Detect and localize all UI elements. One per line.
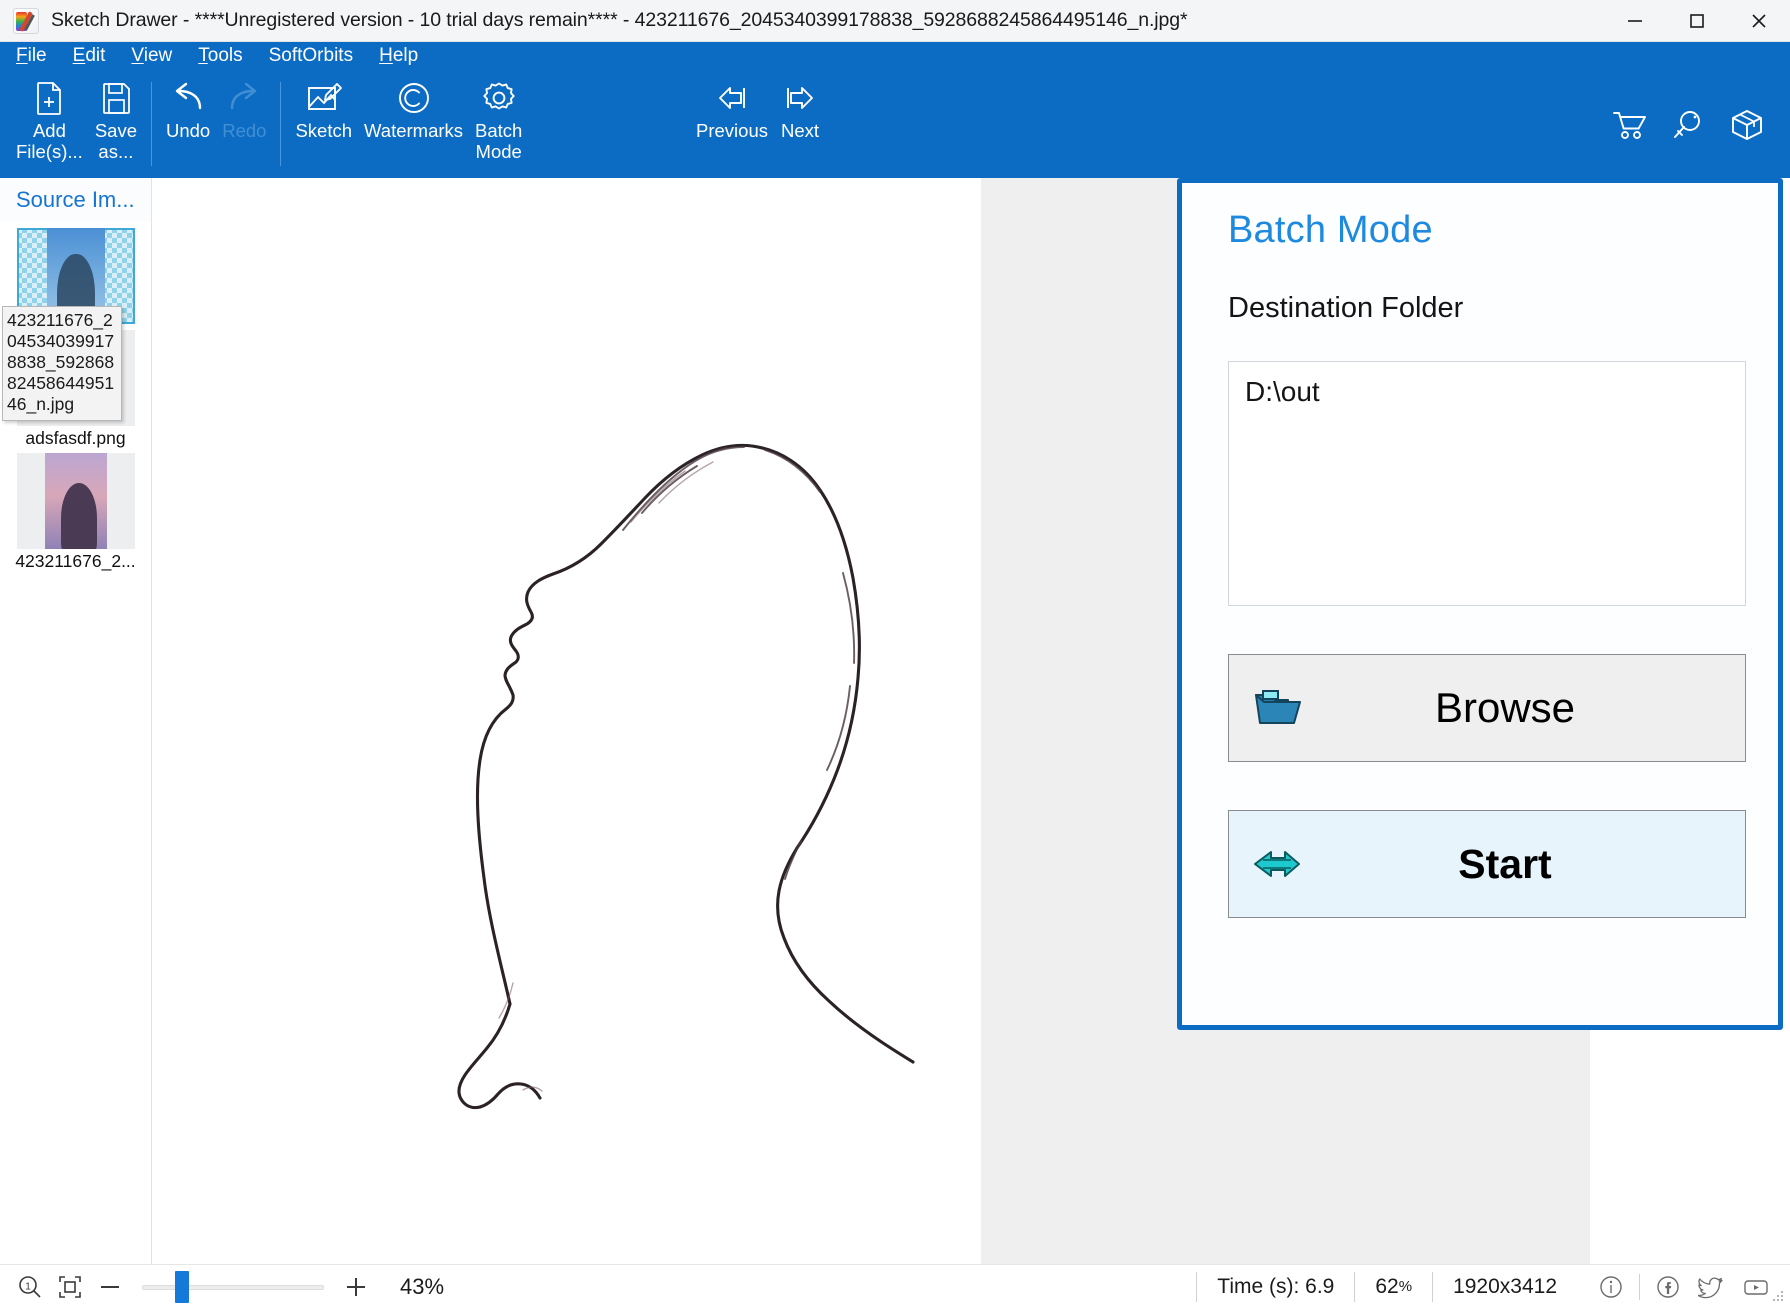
menu-item-edit[interactable]: Edit [73, 45, 106, 67]
thumbnail-label: 423211676_2... [15, 551, 136, 571]
menu-item-tools[interactable]: Tools [198, 45, 242, 67]
source-images-sidebar: Source Im... adsfasdf.png 423211676_2... [0, 178, 152, 1264]
previous-button[interactable]: Previous [690, 70, 774, 141]
youtube-icon[interactable] [1736, 1272, 1776, 1302]
package-box-icon[interactable] [1730, 108, 1764, 147]
close-icon[interactable] [1728, 0, 1790, 42]
undo-icon [168, 76, 208, 120]
previous-label: Previous [696, 120, 768, 141]
menu-item-help[interactable]: Help [379, 45, 418, 67]
next-button[interactable]: Next [774, 70, 826, 141]
menu-item-file[interactable]: FFileile [16, 45, 47, 67]
sketch-drawer-palette-icon [13, 7, 39, 34]
filename-tooltip: 423211676_2045340399178838_5928688245864… [2, 306, 122, 421]
destination-folder-input[interactable]: D:\out [1228, 361, 1746, 606]
facebook-icon[interactable] [1648, 1272, 1688, 1302]
browse-button[interactable]: Browse [1228, 654, 1746, 762]
arrow-right-icon [780, 76, 820, 120]
thumbnail-label: adsfasdf.png [25, 428, 126, 448]
zoom-slider-track [142, 1284, 324, 1290]
plus-icon[interactable] [336, 1274, 376, 1300]
minimize-icon[interactable] [1604, 0, 1666, 42]
zoom-actual-size-icon[interactable]: 1 [10, 1274, 50, 1300]
browse-label: Browse [1434, 684, 1576, 731]
add-files-button[interactable]: Add File(s)... [10, 70, 89, 162]
progress-value: 62 [1375, 1274, 1399, 1298]
save-as-button[interactable]: Save as... [89, 70, 143, 162]
sketch-preview[interactable] [153, 178, 981, 1264]
undo-label: Undo [165, 120, 211, 141]
toolbar-navigation: Previous Next [690, 70, 826, 141]
add-files-label: Add File(s)... [16, 120, 83, 162]
arrow-left-icon [712, 76, 752, 120]
batch-mode-panel: Batch Mode Destination Folder D:\out Bro… [1177, 178, 1783, 1030]
next-label: Next [780, 120, 819, 141]
fit-to-screen-icon[interactable] [50, 1274, 90, 1300]
toolbar: Add File(s)... Save as... Undo Redo Sket… [0, 70, 1790, 178]
undo-button[interactable]: Undo [160, 70, 216, 141]
status-bar: 1 43% Time (s): 6.9 62 % 1920x3412 [0, 1264, 1790, 1308]
zoom-controls: 1 43% [0, 1270, 445, 1303]
progress-status: 62% [1354, 1271, 1432, 1302]
svg-text:1: 1 [25, 1281, 31, 1292]
info-icon[interactable] [1591, 1272, 1631, 1302]
copyright-icon [396, 76, 432, 120]
batch-mode-label: Batch Mode [475, 120, 523, 162]
add-file-icon [32, 76, 66, 120]
twitter-icon[interactable] [1692, 1272, 1732, 1302]
redo-label: Redo [222, 120, 267, 141]
canvas-background-lower [1239, 1030, 1419, 1264]
start-button[interactable]: Start [1228, 810, 1746, 918]
zoom-slider-thumb[interactable] [174, 1270, 189, 1303]
window-title: Sketch Drawer - ****Unregistered version… [51, 9, 1188, 31]
zoom-level-value: 43% [400, 1273, 445, 1299]
sketch-icon [304, 76, 344, 120]
sidebar-header: Source Im... [0, 178, 151, 222]
maximize-icon[interactable] [1666, 0, 1728, 42]
status-divider [1639, 1273, 1640, 1300]
sketch-button[interactable]: Sketch [289, 70, 358, 141]
watermarks-label: Watermarks [364, 120, 464, 141]
progress-unit: % [1398, 1278, 1413, 1295]
menu-bar: FFileile Edit View Tools SoftOrbits Help [0, 42, 1790, 70]
thumbnail-image[interactable] [16, 453, 135, 549]
sketch-label: Sketch [295, 120, 353, 141]
key-icon[interactable] [1672, 109, 1704, 146]
resize-grip[interactable] [1773, 1291, 1785, 1303]
redo-button: Redo [216, 70, 272, 141]
save-as-label: Save as... [94, 120, 137, 162]
cart-icon[interactable] [1612, 109, 1646, 146]
time-status: Time (s): 6.9 [1196, 1271, 1354, 1302]
image-dimensions: 1920x3412 [1432, 1271, 1577, 1302]
status-right: Time (s): 6.9 62% 1920x3412 [1196, 1271, 1790, 1303]
window-controls [1604, 0, 1790, 42]
minus-icon[interactable] [90, 1274, 130, 1300]
folder-open-icon [1229, 687, 1325, 729]
application-window: Sketch Drawer - ****Unregistered version… [0, 0, 1790, 1308]
title-bar: Sketch Drawer - ****Unregistered version… [0, 0, 1790, 42]
status-icons [1577, 1272, 1776, 1302]
menu-item-softorbits[interactable]: SoftOrbits [269, 45, 353, 67]
destination-folder-label: Destination Folder [1228, 292, 1464, 324]
menu-item-view[interactable]: View [131, 45, 172, 67]
start-label: Start [1458, 840, 1552, 887]
batch-mode-button[interactable]: Batch Mode [469, 70, 528, 162]
list-item[interactable]: 423211676_2... [0, 453, 151, 572]
redo-icon [224, 76, 264, 120]
toolbar-separator [150, 82, 152, 166]
panel-title: Batch Mode [1228, 209, 1433, 251]
double-arrow-right-icon [1229, 847, 1325, 881]
gear-icon [480, 76, 518, 120]
zoom-slider[interactable] [142, 1270, 324, 1303]
save-icon [99, 76, 133, 120]
toolbar-separator-2 [280, 82, 282, 166]
toolbar-right-icons [1612, 108, 1764, 147]
watermarks-button[interactable]: Watermarks [358, 70, 469, 141]
